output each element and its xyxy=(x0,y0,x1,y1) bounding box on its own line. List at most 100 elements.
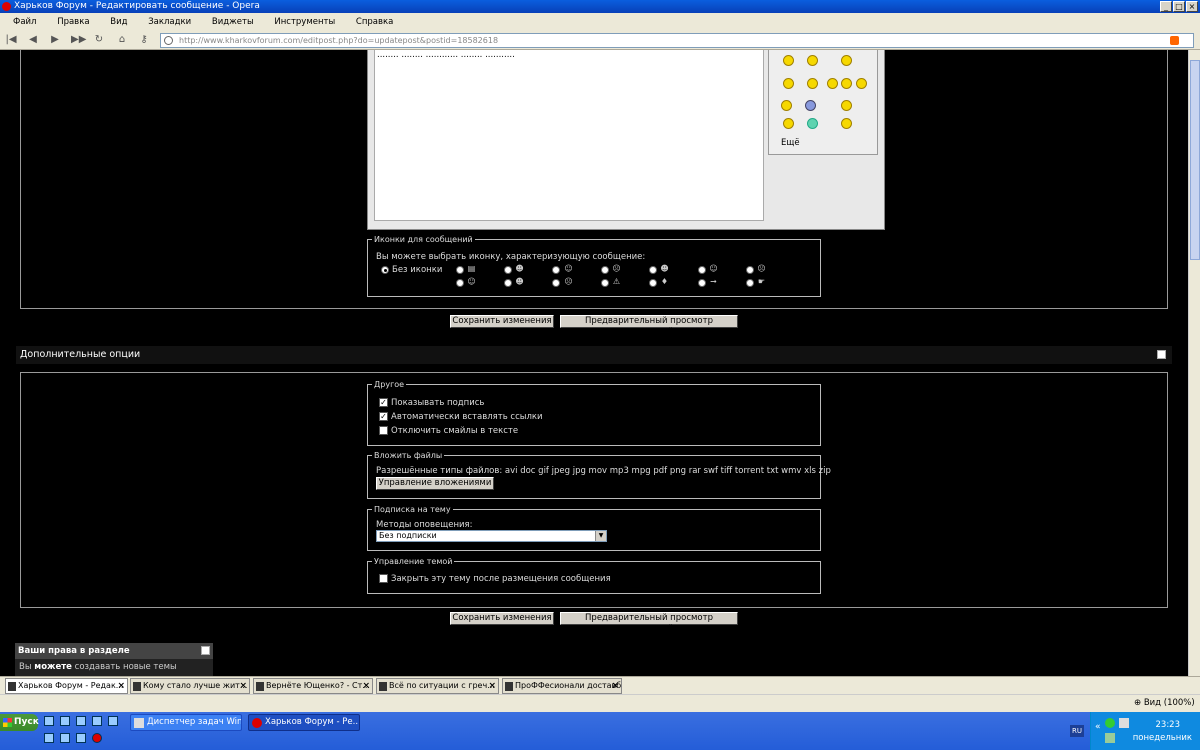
collapse-icon[interactable] xyxy=(1157,350,1166,359)
rss-icon[interactable] xyxy=(1170,36,1179,45)
post-icon-radio[interactable] xyxy=(504,266,512,274)
smiley-icon[interactable] xyxy=(807,55,818,66)
post-icon-radio[interactable] xyxy=(698,279,706,287)
quicklaunch-icon[interactable] xyxy=(76,716,86,726)
preview-changes-button-bottom[interactable]: Предварительный просмотр изменений xyxy=(560,612,738,634)
opera-logo-icon xyxy=(2,2,11,11)
vertical-scrollbar[interactable] xyxy=(1188,50,1200,676)
manage-attachments-button[interactable]: Управление вложениями xyxy=(376,477,494,490)
menu-widgets[interactable]: Виджеты xyxy=(207,17,259,27)
message-textarea[interactable]: ........ ........ ............ ........ … xyxy=(374,50,764,221)
save-changes-button[interactable]: Сохранить изменения xyxy=(450,315,554,328)
zoom-level[interactable]: ⊕ Вид (100%) xyxy=(1134,698,1195,708)
close-thread-checkbox[interactable] xyxy=(379,574,388,583)
close-button[interactable]: × xyxy=(1186,1,1198,12)
attach-legend: Вложить файлы xyxy=(374,451,443,460)
quicklaunch-icon[interactable] xyxy=(92,716,102,726)
preview-changes-button[interactable]: Предварительный просмотр изменений xyxy=(560,315,738,337)
smiley-icon[interactable] xyxy=(783,55,794,66)
menu-edit[interactable]: Правка xyxy=(52,17,94,27)
post-icon-radio[interactable] xyxy=(746,279,754,287)
start-button[interactable]: Пуск xyxy=(0,714,39,731)
post-icon-radio[interactable] xyxy=(456,279,464,287)
post-icon-radio[interactable] xyxy=(552,279,560,287)
more-smilies-link[interactable]: Ещё xyxy=(781,138,800,148)
post-icon-radio[interactable] xyxy=(601,266,609,274)
tray-expand-icon[interactable]: « xyxy=(1095,722,1101,732)
post-icon-radio[interactable] xyxy=(552,266,560,274)
close-tab-icon[interactable]: × xyxy=(117,679,125,693)
minimize-button[interactable]: _ xyxy=(1160,1,1172,12)
address-field[interactable]: http://www.kharkovforum.com/editpost.php… xyxy=(160,33,1194,48)
tab-2[interactable]: Кому стало лучше жит... × xyxy=(130,678,250,694)
opera-quicklaunch-icon[interactable] xyxy=(92,733,102,743)
quicklaunch-icon[interactable] xyxy=(60,733,70,743)
notification-methods-label: Методы оповещения: xyxy=(376,520,473,530)
post-icon-radio[interactable] xyxy=(601,279,609,287)
quicklaunch-icon[interactable] xyxy=(44,733,54,743)
tray-app-icon[interactable] xyxy=(1119,718,1129,728)
post-icon-radio[interactable] xyxy=(456,266,464,274)
smiley-icon[interactable] xyxy=(807,118,818,129)
fast-forward-icon[interactable]: ▶▶ xyxy=(71,34,86,46)
quicklaunch-icon[interactable] xyxy=(60,716,70,726)
menu-help[interactable]: Справка xyxy=(351,17,398,27)
smiley-icon[interactable] xyxy=(856,78,867,89)
tray-app-icon[interactable] xyxy=(1105,733,1115,743)
key-icon[interactable]: ⚷ xyxy=(138,34,150,46)
no-icon-radio[interactable] xyxy=(381,266,389,274)
quicklaunch-icon[interactable] xyxy=(76,733,86,743)
menu-bar: Файл Правка Вид Закладки Виджеты Инструм… xyxy=(0,13,1200,31)
forward-icon[interactable]: ▶ xyxy=(49,34,61,46)
tab-4[interactable]: Всё по ситуации с греч... × xyxy=(376,678,499,694)
tab-label: Вернёте Ющенко? - Ст... xyxy=(266,681,370,690)
tab-5[interactable]: ПроФФесионали доставб... × xyxy=(502,678,622,694)
home-icon[interactable]: ⌂ xyxy=(116,34,128,46)
smiley-icon[interactable] xyxy=(827,78,838,89)
quicklaunch-icon[interactable] xyxy=(44,716,54,726)
collapse-icon[interactable] xyxy=(201,646,210,655)
post-icon-radio[interactable] xyxy=(746,266,754,274)
save-changes-button-bottom[interactable]: Сохранить изменения xyxy=(450,612,554,625)
reload-icon[interactable]: ↻ xyxy=(93,34,105,46)
smiley-icon[interactable] xyxy=(841,100,852,111)
quicklaunch-icon[interactable] xyxy=(108,716,118,726)
task-manager-task[interactable]: Диспетчер задач Wind... xyxy=(130,714,242,731)
menu-view[interactable]: Вид xyxy=(105,17,132,27)
smiley-icon[interactable] xyxy=(841,55,852,66)
tab-3[interactable]: Вернёте Ющенко? - Ст... × xyxy=(253,678,373,694)
close-tab-icon[interactable]: × xyxy=(488,679,496,693)
close-tab-icon[interactable]: × xyxy=(611,679,619,693)
menu-tools[interactable]: Инструменты xyxy=(269,17,340,27)
close-tab-icon[interactable]: × xyxy=(239,679,247,693)
windows-taskbar: Пуск Диспетчер задач Wind... Харьков Фор… xyxy=(0,712,1200,750)
maximize-button[interactable]: □ xyxy=(1173,1,1185,12)
notification-select[interactable]: Без подписки ▼ xyxy=(376,530,607,542)
show-signature-label: Показывать подпись xyxy=(391,398,485,408)
rewind-icon[interactable]: |◀ xyxy=(5,34,17,46)
post-icon-radio[interactable] xyxy=(698,266,706,274)
disable-smilies-checkbox[interactable] xyxy=(379,426,388,435)
menu-bookmarks[interactable]: Закладки xyxy=(143,17,196,27)
smiley-icon[interactable] xyxy=(841,118,852,129)
scrollbar-thumb[interactable] xyxy=(1190,60,1200,260)
smiley-icon[interactable] xyxy=(807,78,818,89)
additional-options-header: Дополнительные опции xyxy=(16,346,1172,364)
back-icon[interactable]: ◀ xyxy=(27,34,39,46)
auto-links-checkbox[interactable]: ✓ xyxy=(379,412,388,421)
tray-app-icon[interactable] xyxy=(1105,718,1115,728)
close-tab-icon[interactable]: × xyxy=(362,679,370,693)
language-indicator[interactable]: RU xyxy=(1070,725,1084,737)
smiley-icon[interactable] xyxy=(841,78,852,89)
opera-task[interactable]: Харьков Форум - Ре... xyxy=(248,714,360,731)
smiley-icon[interactable] xyxy=(781,100,792,111)
tab-kharkov-forum[interactable]: Харьков Форум - Редак... × xyxy=(5,678,128,694)
smiley-icon[interactable] xyxy=(783,78,794,89)
menu-file[interactable]: Файл xyxy=(8,17,41,27)
show-signature-checkbox[interactable]: ✓ xyxy=(379,398,388,407)
post-icon-radio[interactable] xyxy=(504,279,512,287)
post-icon-radio[interactable] xyxy=(649,266,657,274)
smiley-icon[interactable] xyxy=(783,118,794,129)
smiley-icon[interactable] xyxy=(805,100,816,111)
post-icon-radio[interactable] xyxy=(649,279,657,287)
